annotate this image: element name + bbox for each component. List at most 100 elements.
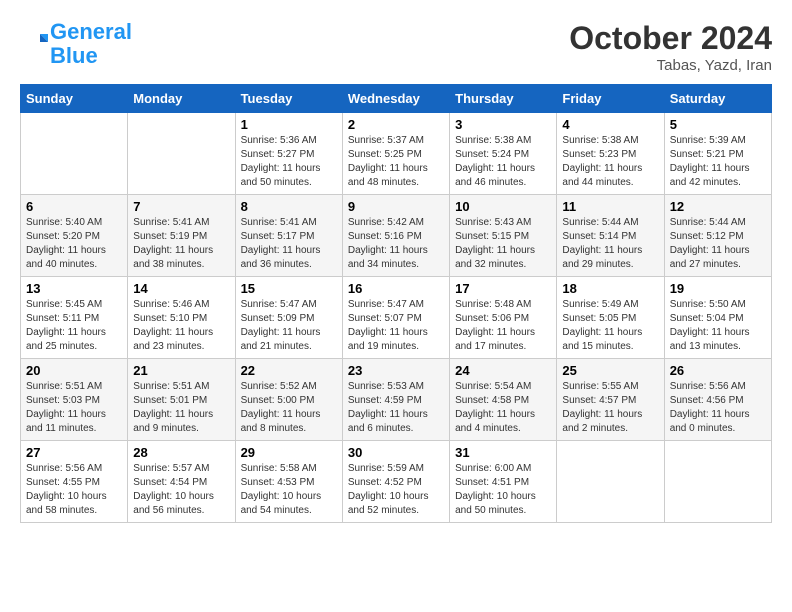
day-number: 10	[455, 199, 551, 214]
title-block: October 2024 Tabas, Yazd, Iran	[569, 20, 772, 74]
day-number: 6	[26, 199, 122, 214]
day-info: Sunrise: 5:37 AMSunset: 5:25 PMDaylight:…	[348, 134, 444, 190]
day-info: Sunrise: 5:59 AMSunset: 4:52 PMDaylight:…	[348, 462, 444, 518]
day-info: Sunrise: 5:42 AMSunset: 5:16 PMDaylight:…	[348, 216, 444, 272]
day-info: Sunrise: 5:55 AMSunset: 4:57 PMDaylight:…	[562, 380, 658, 436]
calendar-cell: 14 Sunrise: 5:46 AMSunset: 5:10 PMDayligh…	[128, 277, 235, 359]
calendar-cell: 2 Sunrise: 5:37 AMSunset: 5:25 PMDaylight…	[342, 113, 449, 195]
day-number: 18	[562, 281, 658, 296]
calendar-cell: 25 Sunrise: 5:55 AMSunset: 4:57 PMDayligh…	[557, 359, 664, 441]
day-number: 29	[241, 445, 337, 460]
month-title: October 2024	[569, 20, 772, 57]
day-info: Sunrise: 5:41 AMSunset: 5:17 PMDaylight:…	[241, 216, 337, 272]
calendar-cell: 11 Sunrise: 5:44 AMSunset: 5:14 PMDayligh…	[557, 195, 664, 277]
calendar-cell: 31 Sunrise: 6:00 AMSunset: 4:51 PMDayligh…	[450, 441, 557, 523]
calendar-header: SundayMondayTuesdayWednesdayThursdayFrid…	[21, 85, 772, 113]
day-info: Sunrise: 5:53 AMSunset: 4:59 PMDaylight:…	[348, 380, 444, 436]
week-row-2: 6 Sunrise: 5:40 AMSunset: 5:20 PMDaylight…	[21, 195, 772, 277]
calendar-cell: 12 Sunrise: 5:44 AMSunset: 5:12 PMDayligh…	[664, 195, 771, 277]
calendar-cell: 16 Sunrise: 5:47 AMSunset: 5:07 PMDayligh…	[342, 277, 449, 359]
calendar-cell: 29 Sunrise: 5:58 AMSunset: 4:53 PMDayligh…	[235, 441, 342, 523]
day-info: Sunrise: 5:47 AMSunset: 5:07 PMDaylight:…	[348, 298, 444, 354]
day-number: 15	[241, 281, 337, 296]
header-day-wednesday: Wednesday	[342, 85, 449, 113]
calendar-cell: 9Sunrise: 5:42 AMSunset: 5:16 PMDaylight…	[342, 195, 449, 277]
day-number: 5	[670, 117, 766, 132]
header-day-sunday: Sunday	[21, 85, 128, 113]
calendar-body: 1Sunrise: 5:36 AMSunset: 5:27 PMDaylight…	[21, 113, 772, 523]
header-row: SundayMondayTuesdayWednesdayThursdayFrid…	[21, 85, 772, 113]
day-info: Sunrise: 5:51 AMSunset: 5:01 PMDaylight:…	[133, 380, 229, 436]
day-number: 14	[133, 281, 229, 296]
day-number: 4	[562, 117, 658, 132]
calendar-cell: 4Sunrise: 5:38 AMSunset: 5:23 PMDaylight…	[557, 113, 664, 195]
day-info: Sunrise: 5:47 AMSunset: 5:09 PMDaylight:…	[241, 298, 337, 354]
day-info: Sunrise: 5:45 AMSunset: 5:11 PMDaylight:…	[26, 298, 122, 354]
calendar-cell: 5 Sunrise: 5:39 AMSunset: 5:21 PMDaylight…	[664, 113, 771, 195]
day-number: 11	[562, 199, 658, 214]
day-number: 31	[455, 445, 551, 460]
day-info: Sunrise: 5:52 AMSunset: 5:00 PMDaylight:…	[241, 380, 337, 436]
day-number: 1	[241, 117, 337, 132]
calendar-cell: 10 Sunrise: 5:43 AMSunset: 5:15 PMDayligh…	[450, 195, 557, 277]
calendar-cell: 7Sunrise: 5:41 AMSunset: 5:19 PMDaylight…	[128, 195, 235, 277]
calendar-cell: 18Sunrise: 5:49 AMSunset: 5:05 PMDayligh…	[557, 277, 664, 359]
day-info: Sunrise: 5:40 AMSunset: 5:20 PMDaylight:…	[26, 216, 122, 272]
day-number: 17	[455, 281, 551, 296]
day-info: Sunrise: 5:58 AMSunset: 4:53 PMDaylight:…	[241, 462, 337, 518]
day-number: 22	[241, 363, 337, 378]
day-number: 26	[670, 363, 766, 378]
calendar-cell: 17 Sunrise: 5:48 AMSunset: 5:06 PMDayligh…	[450, 277, 557, 359]
logo: General Blue	[20, 20, 132, 68]
calendar-cell: 1Sunrise: 5:36 AMSunset: 5:27 PMDaylight…	[235, 113, 342, 195]
calendar-cell: 22 Sunrise: 5:52 AMSunset: 5:00 PMDayligh…	[235, 359, 342, 441]
calendar-cell: 30Sunrise: 5:59 AMSunset: 4:52 PMDayligh…	[342, 441, 449, 523]
calendar-table: SundayMondayTuesdayWednesdayThursdayFrid…	[20, 84, 772, 523]
day-number: 13	[26, 281, 122, 296]
day-info: Sunrise: 5:51 AMSunset: 5:03 PMDaylight:…	[26, 380, 122, 436]
logo-icon	[20, 30, 48, 58]
day-number: 20	[26, 363, 122, 378]
header-day-monday: Monday	[128, 85, 235, 113]
day-number: 2	[348, 117, 444, 132]
day-info: Sunrise: 5:54 AMSunset: 4:58 PMDaylight:…	[455, 380, 551, 436]
week-row-1: 1Sunrise: 5:36 AMSunset: 5:27 PMDaylight…	[21, 113, 772, 195]
calendar-cell: 24 Sunrise: 5:54 AMSunset: 4:58 PMDayligh…	[450, 359, 557, 441]
calendar-cell: 15 Sunrise: 5:47 AMSunset: 5:09 PMDayligh…	[235, 277, 342, 359]
calendar-cell: 19Sunrise: 5:50 AMSunset: 5:04 PMDayligh…	[664, 277, 771, 359]
day-number: 8	[241, 199, 337, 214]
header-day-thursday: Thursday	[450, 85, 557, 113]
header-day-saturday: Saturday	[664, 85, 771, 113]
day-info: Sunrise: 5:44 AMSunset: 5:12 PMDaylight:…	[670, 216, 766, 272]
day-info: Sunrise: 5:48 AMSunset: 5:06 PMDaylight:…	[455, 298, 551, 354]
day-info: Sunrise: 5:44 AMSunset: 5:14 PMDaylight:…	[562, 216, 658, 272]
calendar-cell: 3 Sunrise: 5:38 AMSunset: 5:24 PMDaylight…	[450, 113, 557, 195]
day-info: Sunrise: 5:56 AMSunset: 4:56 PMDaylight:…	[670, 380, 766, 436]
calendar-cell	[21, 113, 128, 195]
week-row-3: 13 Sunrise: 5:45 AMSunset: 5:11 PMDayligh…	[21, 277, 772, 359]
day-info: Sunrise: 5:38 AMSunset: 5:24 PMDaylight:…	[455, 134, 551, 190]
day-number: 16	[348, 281, 444, 296]
day-number: 19	[670, 281, 766, 296]
day-info: Sunrise: 5:43 AMSunset: 5:15 PMDaylight:…	[455, 216, 551, 272]
day-number: 24	[455, 363, 551, 378]
day-number: 7	[133, 199, 229, 214]
calendar-cell: 8 Sunrise: 5:41 AMSunset: 5:17 PMDaylight…	[235, 195, 342, 277]
calendar-cell: 27Sunrise: 5:56 AMSunset: 4:55 PMDayligh…	[21, 441, 128, 523]
calendar-cell: 6 Sunrise: 5:40 AMSunset: 5:20 PMDaylight…	[21, 195, 128, 277]
day-info: Sunrise: 5:57 AMSunset: 4:54 PMDaylight:…	[133, 462, 229, 518]
day-info: Sunrise: 5:39 AMSunset: 5:21 PMDaylight:…	[670, 134, 766, 190]
day-number: 25	[562, 363, 658, 378]
calendar-cell: 21 Sunrise: 5:51 AMSunset: 5:01 PMDayligh…	[128, 359, 235, 441]
calendar-cell: 28Sunrise: 5:57 AMSunset: 4:54 PMDayligh…	[128, 441, 235, 523]
day-number: 27	[26, 445, 122, 460]
calendar-cell: 26 Sunrise: 5:56 AMSunset: 4:56 PMDayligh…	[664, 359, 771, 441]
day-info: Sunrise: 6:00 AMSunset: 4:51 PMDaylight:…	[455, 462, 551, 518]
day-number: 3	[455, 117, 551, 132]
day-number: 12	[670, 199, 766, 214]
day-number: 21	[133, 363, 229, 378]
calendar-cell	[557, 441, 664, 523]
location: Tabas, Yazd, Iran	[569, 57, 772, 74]
logo-text: General Blue	[50, 20, 132, 68]
day-info: Sunrise: 5:46 AMSunset: 5:10 PMDaylight:…	[133, 298, 229, 354]
